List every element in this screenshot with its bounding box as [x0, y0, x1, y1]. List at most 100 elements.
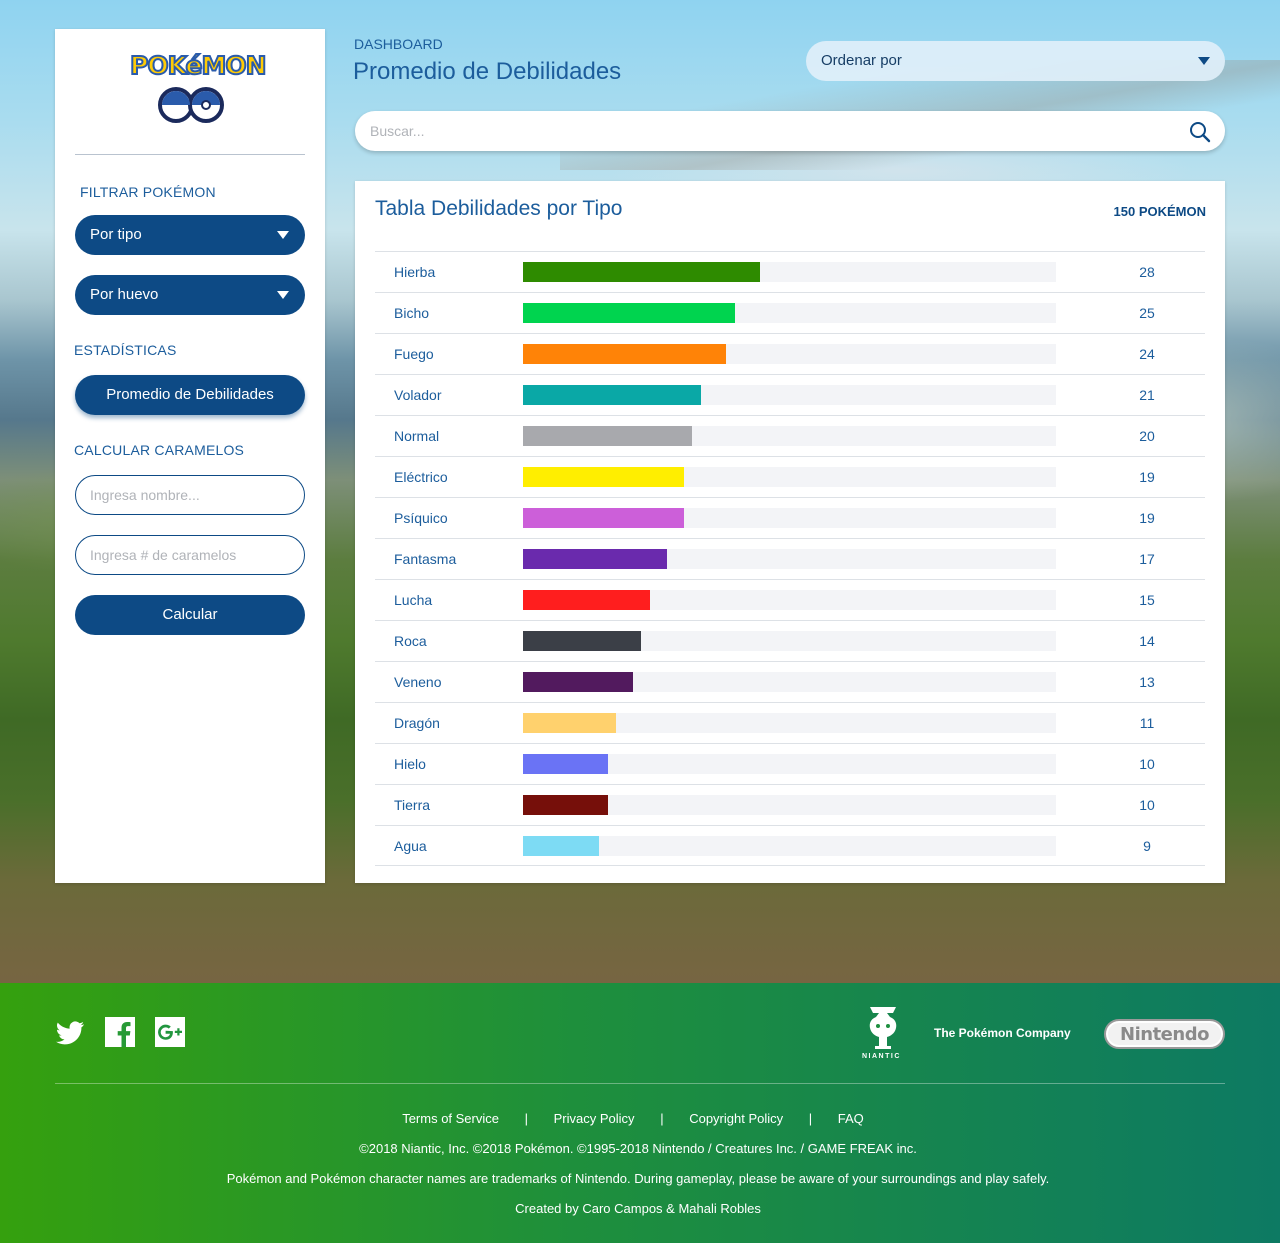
bar-track — [523, 836, 1056, 856]
weakness-count: 21 — [1139, 387, 1155, 403]
logo-wordmark: POKéMON — [129, 50, 268, 81]
weakness-count: 17 — [1139, 551, 1155, 567]
copyright-link[interactable]: Copyright Policy — [689, 1111, 783, 1126]
table-row: Veneno 13 — [375, 661, 1205, 702]
bar-fill — [523, 836, 599, 856]
bar-track — [523, 344, 1056, 364]
terms-link[interactable]: Terms of Service — [402, 1111, 499, 1126]
table-row: Hielo 10 — [375, 743, 1205, 784]
facebook-icon[interactable] — [105, 1017, 135, 1047]
weakness-count: 9 — [1143, 838, 1151, 854]
bar-track — [523, 385, 1056, 405]
filter-egg-select[interactable]: Por huevo — [75, 275, 305, 315]
table-row: Agua 9 — [375, 825, 1205, 866]
filter-type-select[interactable]: Por tipo — [75, 215, 305, 255]
table-row: Lucha 15 — [375, 579, 1205, 620]
weakness-count: 19 — [1139, 510, 1155, 526]
type-name: Fantasma — [394, 551, 457, 567]
stats-section-label: ESTADÍSTICAS — [74, 342, 177, 358]
bar-fill — [523, 426, 692, 446]
footer-links: Terms of Service | Privacy Policy | Copy… — [0, 1111, 1266, 1126]
twitter-icon[interactable] — [55, 1017, 85, 1047]
type-name: Fuego — [394, 346, 434, 362]
weakness-count: 19 — [1139, 469, 1155, 485]
bar-track — [523, 508, 1056, 528]
weakness-count: 13 — [1139, 674, 1155, 690]
table-row: Hierba 28 — [375, 251, 1205, 292]
type-name: Hielo — [394, 756, 426, 772]
type-name: Lucha — [394, 592, 433, 608]
weakness-count: 20 — [1139, 428, 1155, 444]
table-row: Psíquico 19 — [375, 497, 1205, 538]
type-name: Bicho — [394, 305, 430, 321]
search-bar — [355, 111, 1225, 151]
bar-fill — [523, 590, 650, 610]
bar-fill — [523, 508, 684, 528]
filter-egg-label: Por huevo — [90, 286, 159, 303]
link-separator: | — [808, 1111, 813, 1126]
weakness-count: 10 — [1139, 756, 1155, 772]
table-row: Fantasma 17 — [375, 538, 1205, 579]
bar-track — [523, 631, 1056, 651]
page-title: Promedio de Debilidades — [353, 58, 622, 85]
caret-down-icon — [1198, 57, 1210, 65]
weakness-count: 14 — [1139, 633, 1155, 649]
table-row: Eléctrico 19 — [375, 456, 1205, 497]
bar-fill — [523, 344, 726, 364]
type-name: Normal — [394, 428, 440, 444]
table-row: Volador 21 — [375, 374, 1205, 415]
bar-track — [523, 795, 1056, 815]
bar-track — [523, 303, 1056, 323]
weakness-count: 25 — [1139, 305, 1155, 321]
privacy-link[interactable]: Privacy Policy — [554, 1111, 635, 1126]
sort-select[interactable]: Ordenar por — [806, 41, 1225, 81]
link-separator: | — [660, 1111, 664, 1126]
type-name: Hierba — [394, 264, 436, 280]
bar-fill — [523, 467, 684, 487]
bar-fill — [523, 754, 608, 774]
pokemon-company-logo[interactable]: The Pokémon Company — [934, 1026, 1071, 1040]
bar-track — [523, 426, 1056, 446]
bar-fill — [523, 549, 667, 569]
bar-track — [523, 549, 1056, 569]
google-plus-icon[interactable] — [155, 1017, 185, 1047]
caret-down-icon — [277, 231, 289, 239]
niantic-label: NIANTIC — [862, 1053, 901, 1060]
faq-link[interactable]: FAQ — [838, 1111, 864, 1126]
calculate-button[interactable]: Calcular — [75, 595, 305, 635]
niantic-logo-icon[interactable] — [862, 1005, 904, 1051]
bar-track — [523, 672, 1056, 692]
weakness-average-button[interactable]: Promedio de Debilidades — [75, 375, 305, 415]
breadcrumb[interactable]: DASHBOARD — [354, 36, 443, 52]
search-input[interactable] — [355, 111, 1175, 151]
table-row: Normal 20 — [375, 415, 1205, 456]
filter-section-label: FILTRAR POKÉMON — [80, 184, 216, 200]
weakness-count: 24 — [1139, 346, 1155, 362]
filter-type-label: Por tipo — [90, 226, 142, 243]
weakness-rows: Hierba 28 Bicho 25 Fuego 24 Volador 21 Normal 20 E… — [375, 251, 1205, 866]
pokemon-go-logo[interactable]: POKéMON — [129, 47, 268, 127]
bar-track — [523, 262, 1056, 282]
footer-divider — [55, 1083, 1225, 1084]
footer: NIANTIC The Pokémon Company Nintendo Ter… — [0, 983, 1280, 1243]
nintendo-logo-text: Nintendo — [1120, 1024, 1209, 1045]
type-name: Dragón — [394, 715, 440, 731]
table-row: Tierra 10 — [375, 784, 1205, 825]
sidebar-divider — [75, 154, 305, 155]
bar-fill — [523, 262, 760, 282]
type-name: Agua — [394, 838, 427, 854]
bar-track — [523, 590, 1056, 610]
sidebar: POKéMON FILTRAR POKÉMON Por tipo Por hue… — [55, 29, 325, 883]
bar-track — [523, 754, 1056, 774]
type-name: Veneno — [394, 674, 442, 690]
bar-fill — [523, 631, 641, 651]
weakness-count: 28 — [1139, 264, 1155, 280]
nintendo-logo[interactable]: Nintendo — [1104, 1019, 1225, 1049]
search-icon[interactable] — [1189, 121, 1211, 143]
weakness-table-card: Tabla Debilidades por Tipo 150 POKÉMON H… — [355, 181, 1225, 883]
type-name: Eléctrico — [394, 469, 448, 485]
candy-count-input[interactable] — [75, 535, 305, 575]
credits-text: Created by Caro Campos & Mahali Robles — [515, 1201, 761, 1216]
sort-select-label: Ordenar por — [821, 52, 902, 69]
pokemon-name-input[interactable] — [75, 475, 305, 515]
